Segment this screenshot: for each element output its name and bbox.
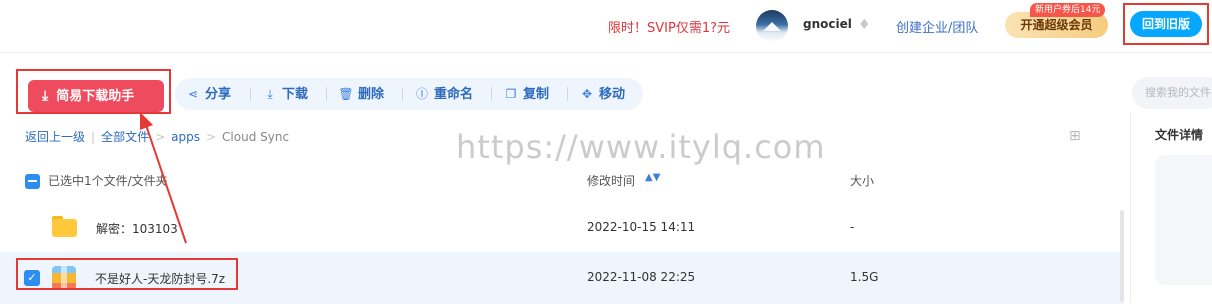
- annotation-arrow: [140, 112, 187, 244]
